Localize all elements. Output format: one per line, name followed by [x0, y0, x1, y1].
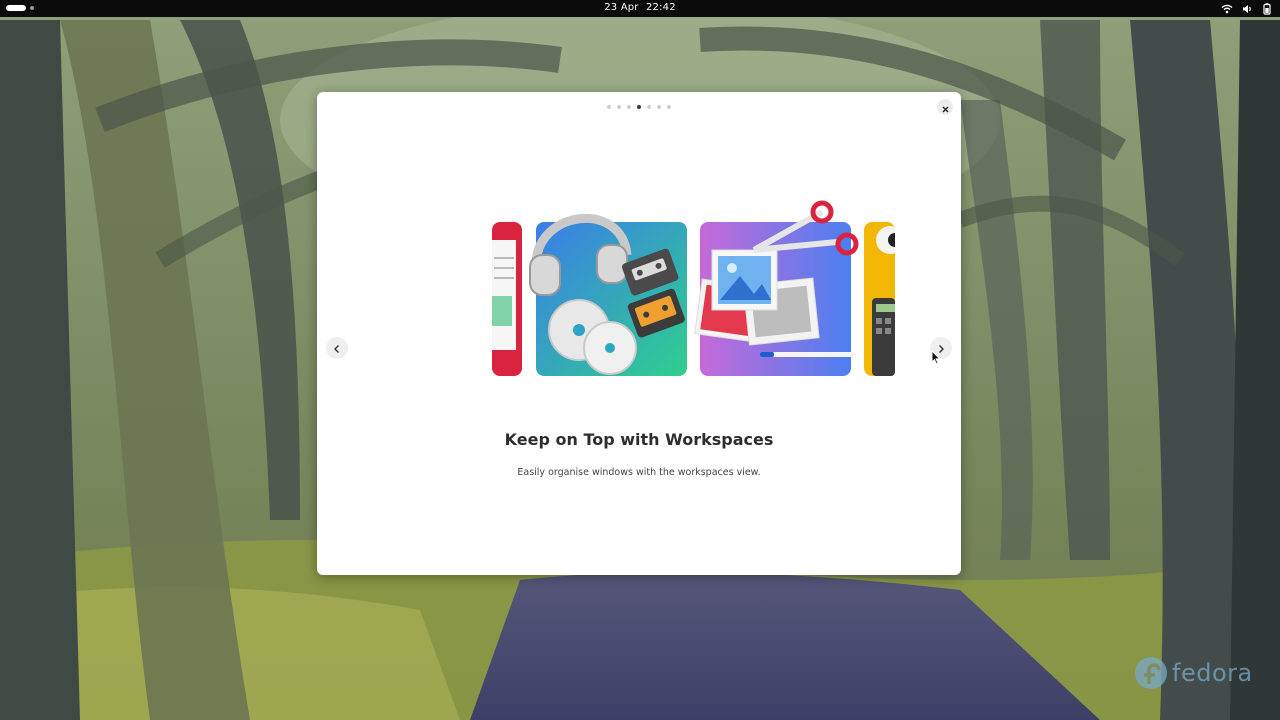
- close-icon: [942, 98, 949, 117]
- welcome-tour-dialog: Keep on Top with Workspaces Easily organ…: [317, 92, 961, 575]
- fedora-wordmark: fedora: [1172, 659, 1253, 687]
- previous-page-button[interactable]: [326, 337, 348, 359]
- system-tray[interactable]: [1221, 2, 1272, 15]
- fedora-logo-icon: [1135, 657, 1167, 689]
- page-dot[interactable]: [667, 105, 671, 109]
- page-dot[interactable]: [627, 105, 631, 109]
- page-dot[interactable]: [657, 105, 661, 109]
- fedora-watermark: fedora: [1134, 656, 1253, 690]
- power-icon: [1262, 2, 1272, 15]
- mouse-cursor-icon: [931, 350, 941, 365]
- top-bar: 23 Apr 22:42: [0, 0, 1280, 17]
- page-dot[interactable]: [617, 105, 621, 109]
- page-dot[interactable]: [607, 105, 611, 109]
- chevron-left-icon: [333, 339, 341, 358]
- close-button[interactable]: [937, 99, 953, 115]
- clock-date: 23 Apr: [604, 2, 639, 13]
- clock[interactable]: 23 Apr 22:42: [0, 2, 1280, 13]
- volume-icon: [1242, 4, 1253, 14]
- page-dot[interactable]: [647, 105, 651, 109]
- workspaces-illustration: [492, 200, 895, 376]
- page-title: Keep on Top with Workspaces: [504, 430, 774, 449]
- page-indicator: [317, 105, 961, 109]
- clock-time: 22:42: [645, 2, 676, 13]
- network-icon: [1221, 4, 1233, 14]
- page-dot-active[interactable]: [637, 105, 641, 109]
- page-description: Easily organise windows with the workspa…: [517, 467, 761, 478]
